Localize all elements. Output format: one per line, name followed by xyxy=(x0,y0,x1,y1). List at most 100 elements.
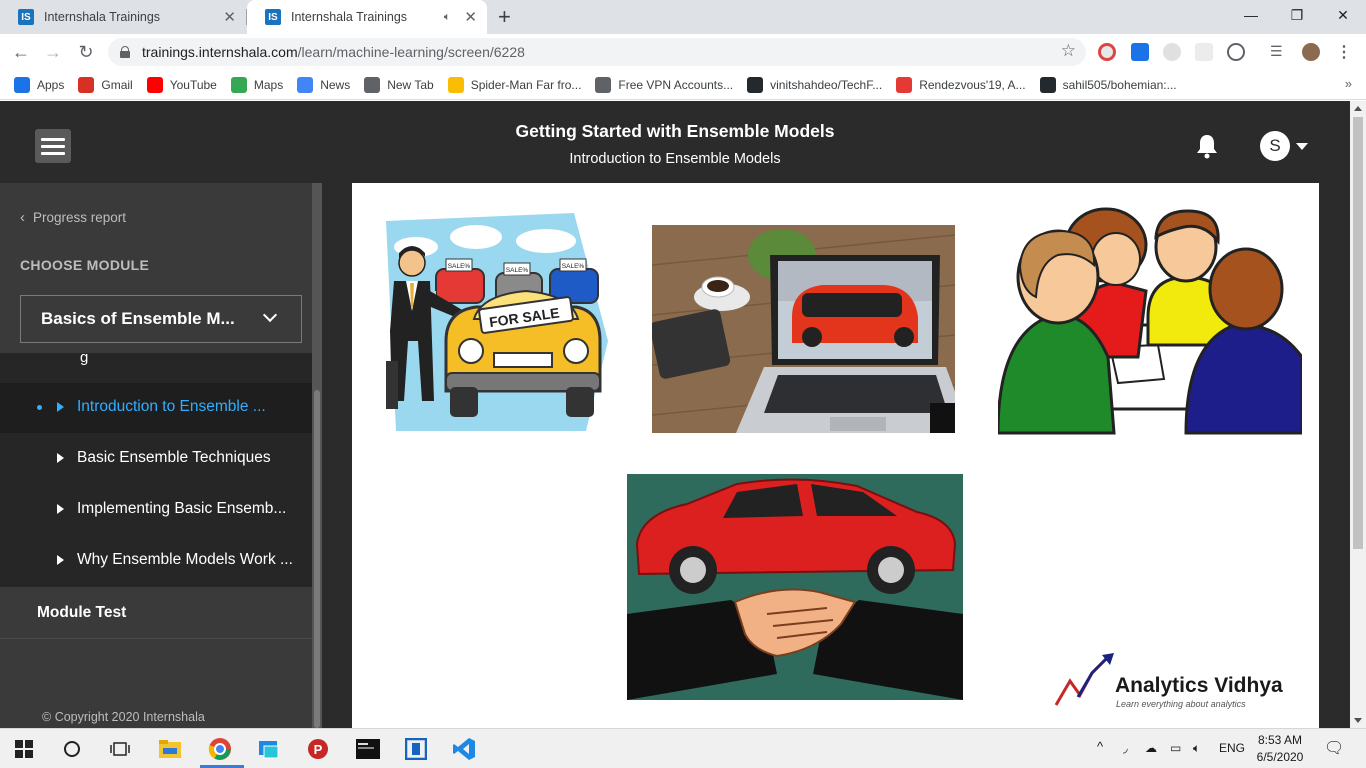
bookmark-item[interactable]: Apps xyxy=(14,76,64,93)
file-explorer-icon[interactable] xyxy=(156,735,184,763)
url-host: trainings.internshala.com xyxy=(142,44,298,60)
postman-icon[interactable]: P xyxy=(304,735,332,763)
clock-date: 6/5/2020 xyxy=(1256,750,1304,764)
volume-icon[interactable]: 🔈︎ xyxy=(1193,741,1200,756)
task-view-icon[interactable] xyxy=(106,735,134,763)
tab-close-icon[interactable]: ✕ xyxy=(464,8,477,26)
forward-arrow-icon[interactable]: → xyxy=(42,41,64,63)
internshala-favicon-icon: IS xyxy=(18,9,34,25)
extension-icon[interactable] xyxy=(1163,43,1181,61)
input-language[interactable]: ENG xyxy=(1219,741,1245,755)
topic-item-truncated[interactable]: g xyxy=(80,353,88,367)
lesson-slide: SALE% SALE% SALE% FOR SALE Analytics Vid… xyxy=(352,183,1319,728)
lock-icon xyxy=(120,46,130,58)
progress-report-link[interactable]: ‹ Progress report xyxy=(20,209,126,226)
bookmark-item[interactable]: YouTube xyxy=(146,76,217,93)
notification-bell-icon[interactable] xyxy=(1196,133,1218,159)
extension-record-icon[interactable] xyxy=(1098,43,1116,61)
page-scrollbar[interactable] xyxy=(1350,101,1366,728)
github-icon xyxy=(747,76,764,93)
url-path: /learn/machine-learning/screen/6228 xyxy=(297,44,525,60)
battery-icon[interactable]: ▭ xyxy=(1170,741,1181,755)
bookmark-label: New Tab xyxy=(387,77,434,92)
profile-avatar-icon[interactable] xyxy=(1302,43,1320,61)
address-bar[interactable]: trainings.internshala.com/learn/machine-… xyxy=(108,38,1086,66)
system-clock[interactable]: 8:53 AM 6/5/2020 xyxy=(1252,732,1308,766)
current-topic-dot-icon xyxy=(37,405,42,410)
tab-title: Internshala Trainings xyxy=(291,10,408,24)
close-window-icon[interactable]: ✕ xyxy=(1320,0,1366,30)
topic-label: Introduction to Ensemble ... xyxy=(77,398,266,415)
more-menu-icon[interactable]: ⋮ xyxy=(1336,42,1352,62)
page-scroll-thumb[interactable] xyxy=(1353,117,1363,549)
scroll-up-arrow-icon[interactable] xyxy=(1354,106,1362,111)
divider xyxy=(0,638,312,639)
bookmark-star-icon[interactable]: ☆ xyxy=(1061,41,1076,61)
logo-tagline: Learn everything about analytics xyxy=(1116,699,1246,709)
car-salesman-illustration: SALE% SALE% SALE% FOR SALE xyxy=(386,213,608,431)
sidebar-scroll-thumb[interactable] xyxy=(314,390,320,728)
minimize-icon[interactable]: — xyxy=(1228,0,1274,30)
remote-desktop-icon[interactable] xyxy=(255,735,283,763)
bookmark-item[interactable]: vinitshahdeo/TechF... xyxy=(747,76,882,93)
vscode-icon[interactable] xyxy=(450,735,478,763)
site-header: Getting Started with Ensemble Models Int… xyxy=(0,101,1350,183)
show-hidden-icons-chevron-icon[interactable]: ^ xyxy=(1097,739,1103,754)
speaker-icon[interactable]: 🔈︎ xyxy=(444,11,451,24)
bookmark-item[interactable]: New Tab xyxy=(364,76,434,93)
copyright-label: Copyright 2020 Internshala xyxy=(54,710,205,724)
topic-item-basic-techniques[interactable]: Basic Ensemble Techniques xyxy=(0,434,312,484)
extension-icon[interactable] xyxy=(1195,43,1213,61)
copyright-text: © Copyright 2020 Internshala xyxy=(42,710,205,724)
bookmark-item[interactable]: Spider-Man Far fro... xyxy=(447,76,581,93)
bookmark-item[interactable]: Free VPN Accounts... xyxy=(595,76,733,93)
more-bookmarks-icon[interactable]: » xyxy=(1345,76,1352,91)
terminal-icon[interactable] xyxy=(354,735,382,763)
car-handshake-illustration xyxy=(627,474,963,700)
media-queue-icon[interactable]: ☰ xyxy=(1270,43,1288,61)
topic-label: Implementing Basic Ensemb... xyxy=(77,500,287,517)
notifications-icon[interactable]: 🗨︎ xyxy=(1324,738,1344,758)
app-frame-icon[interactable] xyxy=(402,735,430,763)
bookmarks-bar: Apps Gmail YouTube Maps News New Tab Spider-Ma… xyxy=(0,70,1366,100)
module-test-link[interactable]: Module Test xyxy=(37,604,126,622)
analytics-vidhya-logo: Analytics Vidhya Learn everything about … xyxy=(1052,653,1302,713)
extension-icon[interactable] xyxy=(1227,43,1245,61)
apps-grid-icon xyxy=(14,76,30,93)
browser-tab-2[interactable]: IS Internshala Trainings 🔈︎ ✕ xyxy=(247,0,487,34)
reload-icon[interactable]: ↻ xyxy=(75,41,97,63)
tab-close-icon[interactable]: ✕ xyxy=(223,8,236,26)
back-arrow-icon[interactable]: ← xyxy=(10,41,32,63)
search-icon[interactable] xyxy=(58,735,86,763)
module-dropdown[interactable]: Basics of Ensemble M... xyxy=(20,295,302,343)
laptop-car-photo xyxy=(652,225,955,433)
bookmark-item[interactable]: News xyxy=(297,76,351,93)
user-avatar[interactable]: S xyxy=(1260,131,1290,161)
progress-report-label: Progress report xyxy=(33,210,127,225)
scroll-down-arrow-icon[interactable] xyxy=(1354,718,1362,723)
extension-cast-icon[interactable] xyxy=(1131,43,1149,61)
choose-module-heading: CHOOSE MODULE xyxy=(20,257,150,273)
bookmark-label: Maps xyxy=(253,77,284,92)
topic-item-introduction[interactable]: Introduction to Ensemble ... xyxy=(0,383,312,433)
maximize-icon[interactable]: ❐ xyxy=(1274,0,1320,30)
bookmark-label: News xyxy=(320,77,351,92)
user-menu-caret-icon[interactable] xyxy=(1296,143,1308,150)
topic-item-implementing[interactable]: Implementing Basic Ensemb... xyxy=(0,485,312,535)
bookmark-item[interactable]: Maps xyxy=(230,76,284,93)
bookmark-item[interactable]: sahil505/bohemian:... xyxy=(1039,76,1177,93)
lesson-title: Introduction to Ensemble Models xyxy=(569,151,781,167)
windows-start-icon[interactable] xyxy=(10,735,38,763)
bookmark-item[interactable]: Rendezvous'19, A... xyxy=(896,76,1026,93)
topic-item-why-ensemble[interactable]: Why Ensemble Models Work ... xyxy=(0,536,312,586)
cloud-icon[interactable]: ☁︎ xyxy=(1145,741,1157,755)
wifi-icon[interactable]: ◞ xyxy=(1123,741,1128,755)
copyright-icon: © xyxy=(42,710,52,724)
browser-tab-1[interactable]: IS Internshala Trainings ✕ xyxy=(0,0,246,34)
globe-icon xyxy=(595,76,612,93)
new-tab-button[interactable]: + xyxy=(498,5,511,29)
bookmark-label: Gmail xyxy=(101,77,133,92)
drive-icon xyxy=(447,76,464,93)
chrome-icon[interactable] xyxy=(206,735,234,763)
bookmark-item[interactable]: Gmail xyxy=(78,76,133,93)
